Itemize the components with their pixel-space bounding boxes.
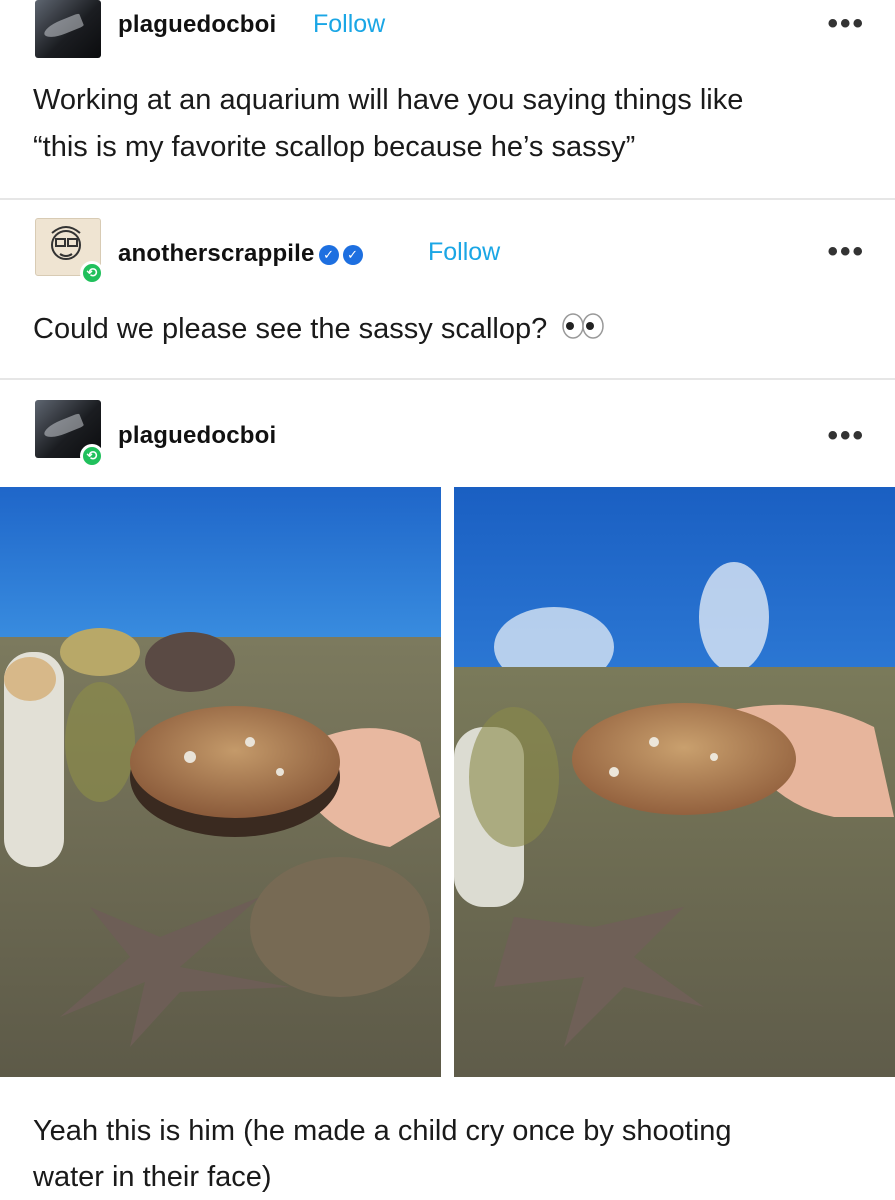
more-options-icon[interactable]: ••• bbox=[827, 237, 865, 267]
verified-badge-icon: ✓ bbox=[342, 244, 363, 265]
follow-button[interactable]: Follow bbox=[428, 238, 500, 267]
eyes-emoji-icon bbox=[561, 307, 605, 353]
reply-text-line-2: water in their face) bbox=[33, 1161, 272, 1193]
username-plaguedocboi[interactable]: plaguedocboi bbox=[118, 422, 276, 450]
reblog-icon: ⟲ bbox=[80, 261, 104, 285]
post-text-line-2: “this is my favorite scallop because he’… bbox=[33, 131, 636, 163]
post-text-content: Could we please see the sassy scallop? bbox=[33, 313, 548, 345]
username-text: anotherscrappile bbox=[118, 240, 315, 267]
follow-button[interactable]: Follow bbox=[313, 10, 385, 39]
verified-badge-icon: ✓ bbox=[318, 244, 339, 265]
avatar-plaguedocboi[interactable] bbox=[35, 0, 101, 58]
reply-text-line-1: Yeah this is him (he made a child cry on… bbox=[33, 1115, 732, 1147]
reblog-icon: ⟲ bbox=[80, 444, 104, 468]
username-anotherscrappile[interactable]: anotherscrappile ✓ ✓ bbox=[118, 240, 363, 268]
more-options-icon[interactable]: ••• bbox=[827, 421, 865, 451]
post-text-line-1: Working at an aquarium will have you say… bbox=[33, 84, 744, 116]
scallop-photo-1[interactable] bbox=[0, 487, 441, 1077]
post-reblog-comment: ⟲ anotherscrappile ✓ ✓ Follow ••• Could we… bbox=[0, 200, 895, 378]
scallop-photo-2[interactable] bbox=[454, 487, 895, 1077]
post-text: Could we please see the sassy scallop? bbox=[33, 306, 605, 353]
username-plaguedocboi[interactable]: plaguedocboi bbox=[118, 11, 276, 39]
post-original: plaguedocboi Follow ••• Working at an aq… bbox=[0, 0, 895, 198]
more-options-icon[interactable]: ••• bbox=[827, 9, 865, 39]
